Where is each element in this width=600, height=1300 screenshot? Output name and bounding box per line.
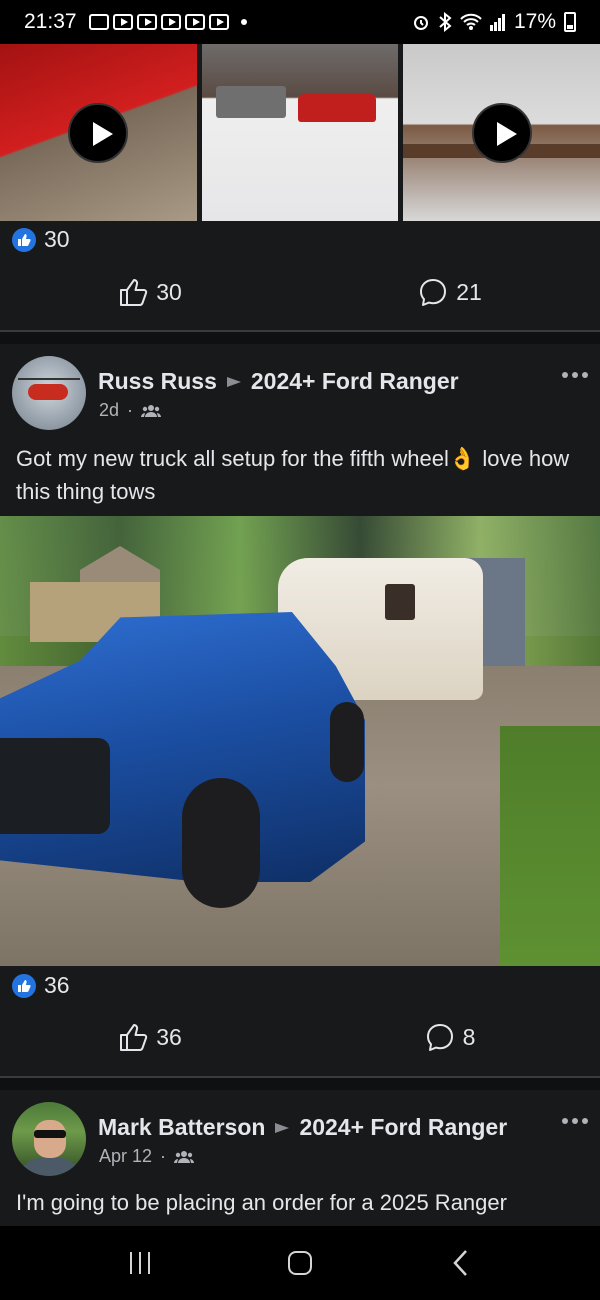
meta-separator: · — [127, 400, 134, 420]
post-divider — [0, 330, 600, 344]
post-time[interactable]: Apr 12 — [99, 1146, 152, 1167]
comment-count: 8 — [462, 1023, 476, 1050]
avatar-rotor — [18, 378, 80, 380]
avatar-sunglasses — [34, 1130, 66, 1138]
avatar[interactable] — [12, 356, 86, 430]
post-meta: Apr 12 · — [99, 1146, 195, 1167]
thumbs-up-icon — [120, 1024, 148, 1051]
like-button[interactable]: 30 — [0, 262, 300, 322]
system-icons: 17% — [412, 10, 576, 34]
status-time: 21:37 — [24, 10, 77, 33]
recents-button[interactable] — [110, 1238, 170, 1288]
youtube-icon — [160, 14, 181, 30]
reaction-summary[interactable]: 30 — [12, 226, 70, 253]
meta-separator: · — [160, 1146, 167, 1166]
avatar[interactable] — [12, 1102, 86, 1176]
media-grid — [0, 44, 600, 221]
system-nav-bar — [0, 1226, 600, 1300]
dot-icon — [240, 19, 247, 25]
action-bar: 36 8 — [0, 1007, 600, 1067]
comment-button[interactable]: 8 — [300, 1007, 600, 1067]
video-thumbnail[interactable] — [403, 44, 600, 221]
photo-thumbnail[interactable] — [201, 44, 399, 221]
author-name[interactable]: Mark Batterson — [98, 1114, 265, 1141]
post-text: I'm going to be placing an order for a 2… — [16, 1190, 507, 1215]
post-time[interactable]: 2d — [99, 400, 119, 421]
arrow-right-icon — [275, 1122, 290, 1133]
post-photo[interactable] — [0, 516, 600, 966]
thumbs-up-icon — [120, 279, 148, 306]
youtube-icon — [136, 14, 157, 30]
bluetooth-icon — [439, 12, 452, 32]
group-name[interactable]: 2024+ Ford Ranger — [251, 368, 459, 395]
comment-count: 21 — [456, 278, 482, 305]
play-icon[interactable] — [471, 102, 532, 163]
post-header: Russ Russ 2024+ Ford Ranger 2d · — [0, 344, 600, 430]
group-audience-icon — [174, 1150, 195, 1163]
photo-trailer-window — [385, 584, 415, 620]
photo-trailer — [215, 86, 286, 118]
signal-icon — [489, 14, 505, 31]
group-audience-icon — [141, 404, 162, 417]
play-icon[interactable] — [68, 102, 129, 163]
reaction-summary[interactable]: 36 — [12, 972, 70, 999]
like-button[interactable]: 36 — [0, 1007, 300, 1067]
like-count: 36 — [156, 1023, 182, 1050]
reaction-count: 36 — [44, 972, 70, 998]
home-icon — [288, 1251, 312, 1275]
recents-icon — [130, 1252, 150, 1274]
avatar-face — [34, 1120, 66, 1158]
post-text: Got my new truck all setup for the fifth… — [16, 446, 570, 504]
notification-icons — [88, 14, 247, 30]
photo-rear-wheel — [330, 702, 364, 782]
more-options-icon[interactable] — [562, 372, 588, 378]
youtube-icon — [208, 14, 229, 30]
post-meta: 2d · — [99, 400, 162, 421]
comment-icon — [420, 279, 447, 306]
author-line: Mark Batterson 2024+ Ford Ranger — [98, 1114, 507, 1141]
back-button[interactable] — [430, 1238, 490, 1288]
alarm-icon — [413, 16, 428, 30]
group-name[interactable]: 2024+ Ford Ranger — [299, 1114, 507, 1141]
video-thumbnail[interactable] — [0, 44, 197, 221]
photo-truck-grille — [0, 738, 110, 834]
post-divider — [0, 1076, 600, 1090]
avatar-helicopter — [28, 384, 68, 400]
photo-truck — [297, 94, 376, 122]
avatar-shirt — [20, 1158, 80, 1176]
photo-grass — [500, 726, 600, 966]
home-button[interactable] — [270, 1238, 330, 1288]
more-options-icon[interactable] — [562, 1118, 588, 1124]
status-bar: 21:37 17% — [0, 0, 600, 44]
gallery-icon — [88, 14, 109, 30]
youtube-icon — [112, 14, 133, 30]
action-bar: 30 21 — [0, 262, 600, 322]
photo-front-wheel — [182, 778, 260, 908]
reaction-count: 30 — [44, 226, 70, 252]
post-header: Mark Batterson 2024+ Ford Ranger Apr 12 … — [0, 1090, 600, 1176]
like-count: 30 — [156, 278, 182, 305]
comment-button[interactable]: 21 — [300, 262, 600, 322]
author-name[interactable]: Russ Russ — [98, 368, 217, 395]
wifi-icon — [460, 13, 482, 30]
like-reaction-icon — [12, 227, 36, 252]
back-icon — [453, 1250, 467, 1276]
comment-icon — [426, 1024, 453, 1051]
youtube-icon — [184, 14, 205, 30]
battery-percent: 17% — [513, 10, 556, 33]
author-line: Russ Russ 2024+ Ford Ranger — [98, 368, 459, 395]
like-reaction-icon — [12, 973, 36, 998]
arrow-right-icon — [226, 376, 241, 387]
battery-icon — [564, 12, 576, 32]
